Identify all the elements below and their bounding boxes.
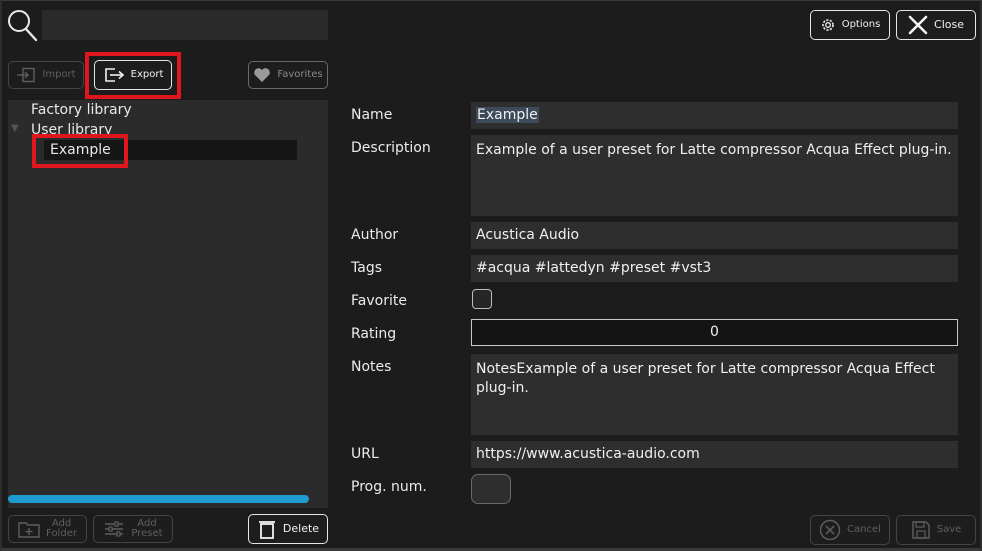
heart-icon: [253, 67, 271, 83]
url-label: URL: [351, 446, 379, 462]
import-button[interactable]: Import: [8, 61, 84, 89]
favorites-label: Favorites: [277, 68, 323, 80]
example-highlight-box: [32, 134, 128, 168]
tree-scrollbar[interactable]: [8, 495, 309, 503]
save-button[interactable]: Save: [896, 515, 976, 545]
name-value: Example: [476, 107, 539, 123]
tags-label: Tags: [351, 260, 382, 276]
trash-icon: [257, 519, 277, 539]
name-label: Name: [351, 107, 393, 123]
add-folder-line1: Add: [51, 517, 72, 529]
favorites-button[interactable]: Favorites: [248, 61, 328, 89]
cancel-button[interactable]: Cancel: [810, 515, 890, 545]
sliders-icon: [103, 520, 125, 538]
save-icon: [911, 520, 931, 540]
add-folder-label: Add Folder: [46, 517, 77, 540]
add-preset-label: Add Preset: [131, 517, 163, 540]
tags-field[interactable]: #acqua #lattedyn #preset #vst3: [471, 255, 958, 282]
add-folder-icon: [18, 520, 40, 538]
import-icon: [16, 67, 36, 83]
close-icon: [908, 15, 928, 35]
rating-label: Rating: [351, 326, 397, 342]
export-highlight-box: [85, 52, 181, 99]
prog-num-label: Prog. num.: [351, 479, 427, 495]
cancel-icon: [819, 519, 841, 541]
import-label: Import: [42, 68, 76, 80]
rating-field[interactable]: 0: [471, 319, 958, 346]
search-icon[interactable]: [6, 8, 38, 42]
cancel-label: Cancel: [847, 523, 881, 535]
tree-item-factory-library[interactable]: Factory library: [31, 102, 132, 118]
close-label: Close: [934, 18, 964, 32]
add-preset-line1: Add: [137, 517, 157, 529]
add-preset-line2: Preset: [131, 528, 163, 539]
add-folder-button[interactable]: Add Folder: [8, 515, 87, 543]
delete-button[interactable]: Delete: [248, 514, 328, 544]
save-label: Save: [936, 523, 962, 535]
favorite-checkbox[interactable]: [472, 289, 492, 309]
gear-icon: [820, 17, 836, 33]
notes-field[interactable]: NotesExample of a user preset for Latte …: [471, 354, 958, 435]
search-input[interactable]: [42, 10, 328, 40]
expand-caret-icon[interactable]: ▼: [11, 123, 19, 134]
close-button[interactable]: Close: [896, 10, 976, 40]
author-label: Author: [351, 227, 399, 243]
options-button[interactable]: Options: [810, 10, 890, 40]
notes-label: Notes: [351, 359, 392, 375]
url-field[interactable]: https://www.acustica-audio.com: [471, 441, 958, 468]
favorite-label: Favorite: [351, 293, 407, 309]
author-field[interactable]: Acustica Audio: [471, 222, 958, 249]
add-folder-line2: Folder: [46, 528, 77, 539]
name-field[interactable]: Example: [471, 102, 958, 129]
options-label: Options: [841, 18, 881, 30]
description-label: Description: [351, 140, 431, 156]
add-preset-button[interactable]: Add Preset: [93, 515, 173, 543]
delete-label: Delete: [282, 522, 320, 536]
description-field[interactable]: Example of a user preset for Latte compr…: [471, 135, 958, 216]
prog-num-field[interactable]: [471, 474, 511, 504]
